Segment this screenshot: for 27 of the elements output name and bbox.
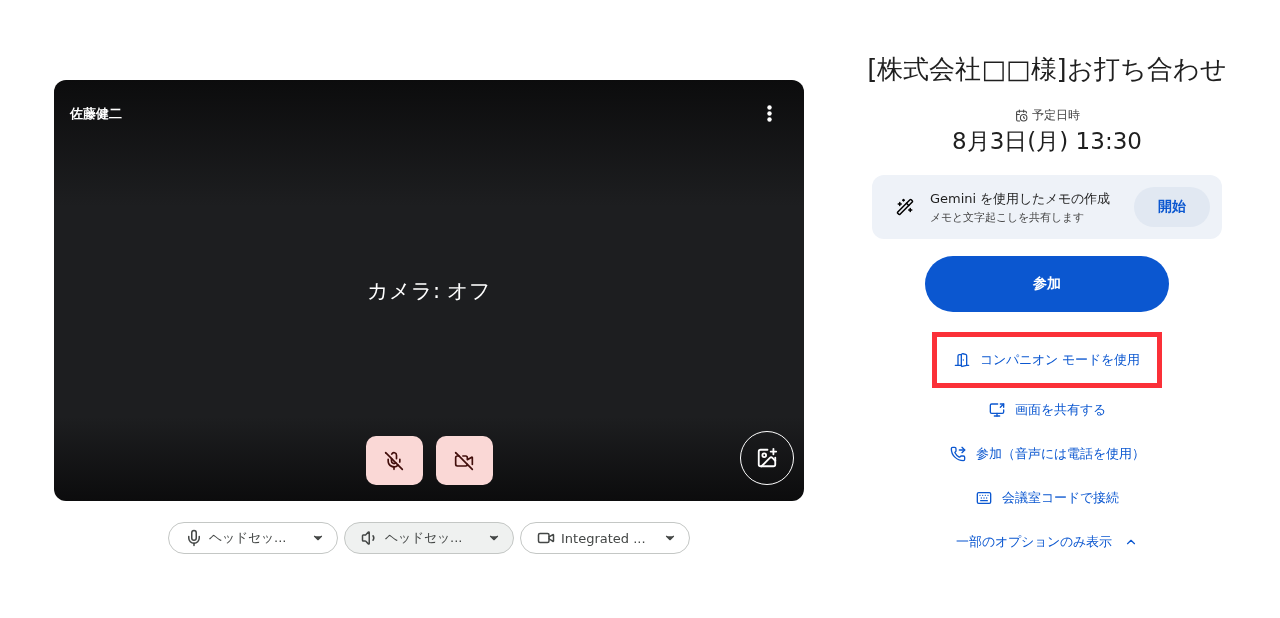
schedule-time: 8月3日(月) 13:30 xyxy=(952,127,1142,156)
device-selector[interactable]: Integrated ... xyxy=(520,522,690,554)
meeting-title: [株式会社□□様]お打ち合わせ xyxy=(867,53,1227,86)
camera-toggle[interactable] xyxy=(435,436,493,485)
gemini-subtitle: メモと文字起こしを共有します xyxy=(930,209,1085,225)
microphone-toggle[interactable] xyxy=(365,436,423,485)
start-button[interactable]: 開始 xyxy=(1134,187,1210,227)
camera-status: カメラ: オフ xyxy=(367,277,491,305)
more-options-button[interactable] xyxy=(767,105,772,122)
join-button[interactable]: 参加 xyxy=(925,256,1169,312)
device-selector[interactable]: ヘッドセッ... xyxy=(344,522,514,554)
door-icon xyxy=(953,352,970,368)
gemini-title: Gemini を使用したメモの作成 xyxy=(930,189,1112,208)
device-selector[interactable]: ヘッドセッ... xyxy=(168,522,338,554)
magic-wand-icon xyxy=(896,198,914,216)
screen-share-icon xyxy=(988,402,1005,418)
microphone-icon xyxy=(185,529,203,547)
more-vertical-icon xyxy=(767,105,772,122)
schedule-label: 予定日時 xyxy=(1031,107,1080,124)
join-option[interactable]: コンパニオン モードを使用 xyxy=(932,332,1162,388)
calendar-icon xyxy=(1014,109,1028,122)
microphone-off-icon xyxy=(384,450,404,471)
image-plus-icon xyxy=(756,447,778,469)
participant-name: 佐藤健二 xyxy=(70,105,122,123)
camera-off-icon xyxy=(454,450,474,471)
phone-icon xyxy=(949,446,966,462)
keyboard-icon xyxy=(975,490,992,506)
